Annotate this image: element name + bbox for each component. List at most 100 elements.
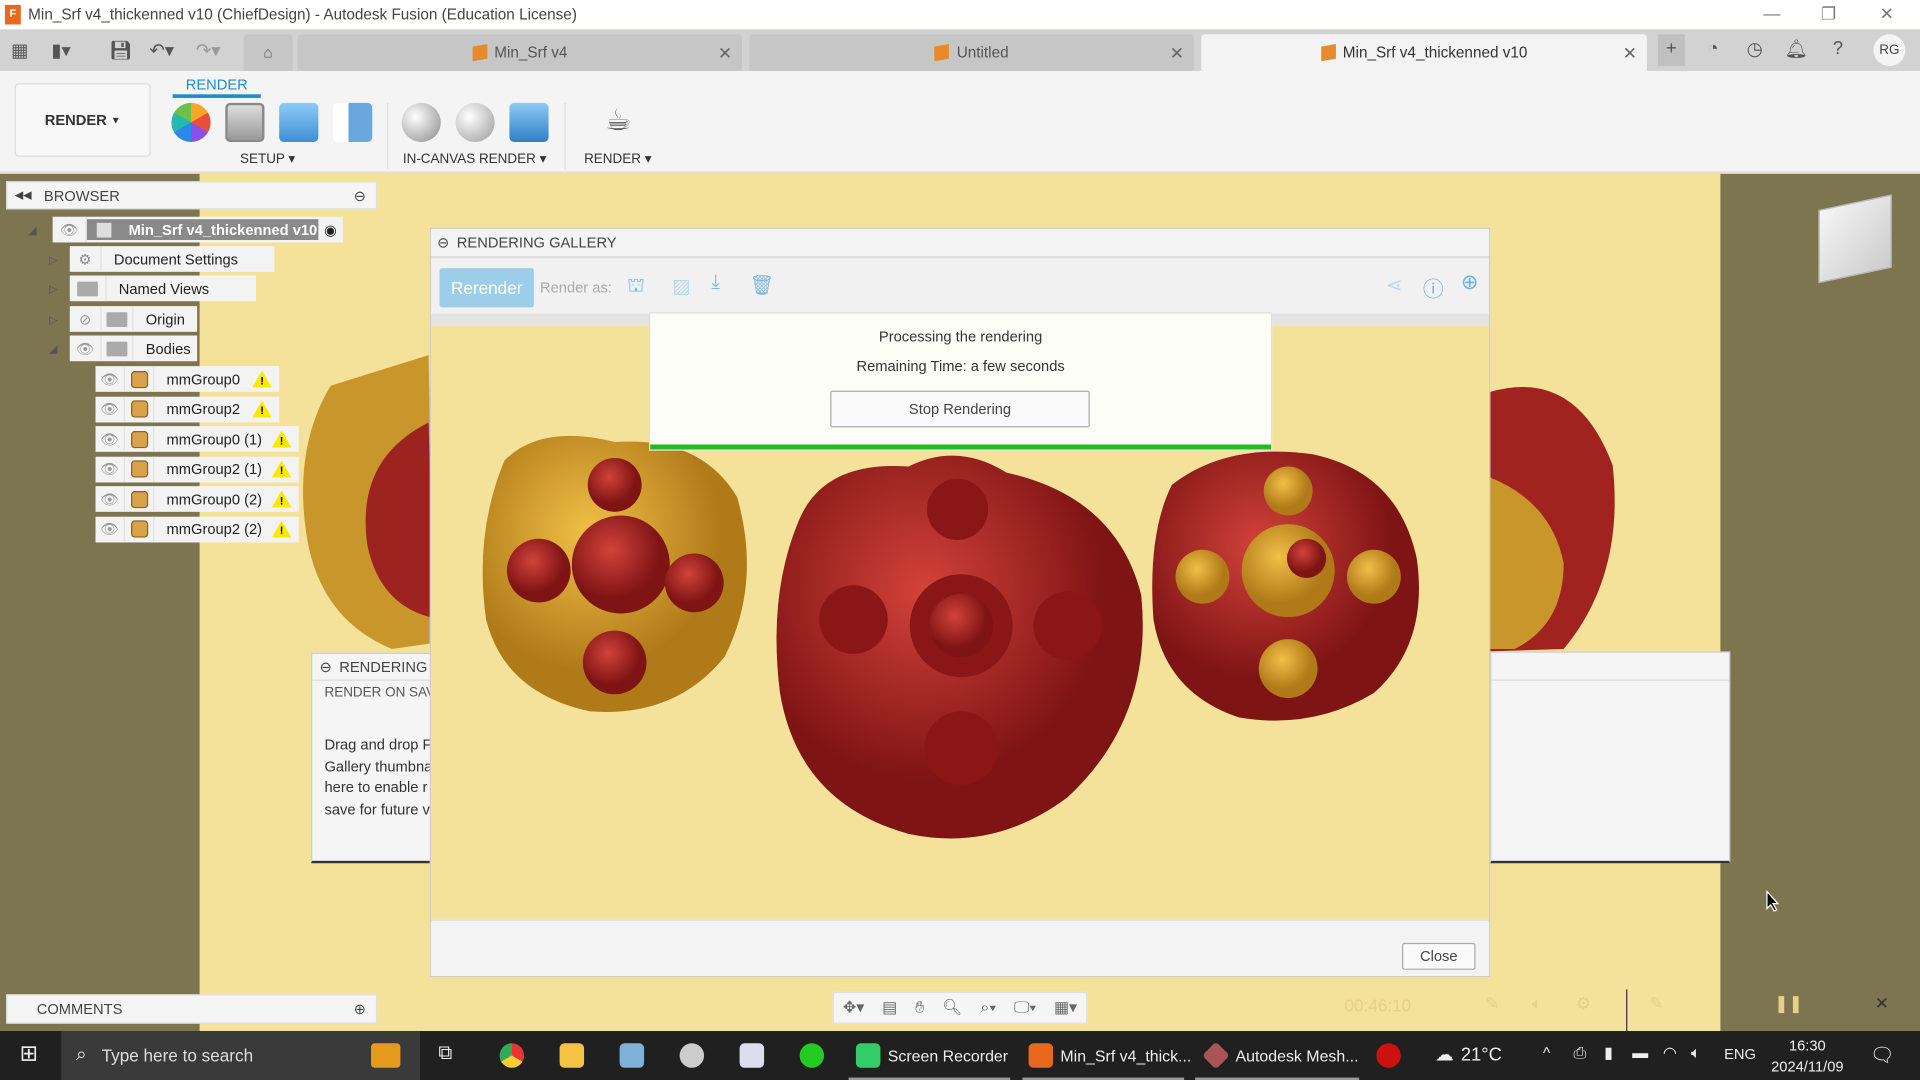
pen-icon[interactable]: ✎ bbox=[1649, 993, 1663, 1014]
stop-rendering-button[interactable]: Stop Rendering bbox=[830, 390, 1090, 428]
expand-arrow-icon[interactable]: ▷ bbox=[49, 253, 57, 266]
job-status-icon[interactable]: ◷ bbox=[1741, 38, 1768, 60]
weather-widget[interactable]: ☁ 21°C bbox=[1435, 1043, 1502, 1065]
warning-icon[interactable]: ! bbox=[252, 400, 272, 418]
tab-render[interactable]: RENDER bbox=[173, 76, 261, 93]
eye-icon[interactable]: 👁︎ bbox=[100, 400, 119, 417]
warning-icon[interactable]: ! bbox=[271, 430, 292, 448]
info-icon[interactable]: ⓘ bbox=[1423, 272, 1444, 303]
panel-minimize-icon[interactable]: ⊖ bbox=[320, 658, 332, 675]
eye-icon[interactable]: 👁︎ bbox=[100, 430, 119, 447]
audio-icon[interactable]: 🔈︎ bbox=[1532, 993, 1542, 1014]
taskbar-app-meshmixer[interactable]: Autodesk Mesh... bbox=[1202, 1041, 1359, 1070]
eye-icon[interactable]: 👁︎ bbox=[100, 370, 119, 387]
eye-hidden-icon[interactable]: ⊘ bbox=[79, 310, 91, 327]
file-explorer-icon[interactable] bbox=[559, 1043, 592, 1068]
microphone-icon[interactable]: ▮ bbox=[1604, 1043, 1613, 1063]
tree-item-named-views[interactable]: Named Views bbox=[69, 275, 256, 302]
tree-item-body[interactable]: 👁︎ mmGroup2! bbox=[95, 396, 280, 422]
new-tab-icon[interactable]: + bbox=[1657, 34, 1685, 67]
chrome-icon[interactable] bbox=[499, 1043, 532, 1068]
display-settings-icon[interactable]: 🖵▾ bbox=[1014, 998, 1036, 1018]
tab-min-srf-v4-thickenned-v10[interactable]: Min_Srf v4_thickenned v10 ✕ bbox=[1201, 34, 1647, 72]
in-canvas-render-icon[interactable] bbox=[401, 102, 441, 143]
tray-icon[interactable]: ⎙ bbox=[1573, 1043, 1586, 1063]
texture-map-icon[interactable] bbox=[279, 102, 319, 143]
warning-icon[interactable]: ! bbox=[271, 490, 292, 508]
close-tab-icon[interactable]: ✕ bbox=[1170, 42, 1184, 63]
redo-icon[interactable]: ↷▾ bbox=[196, 39, 221, 61]
user-avatar[interactable]: RG bbox=[1873, 34, 1906, 67]
zoom-icon[interactable]: 🔍︎ bbox=[942, 998, 962, 1018]
notifications-icon[interactable]: 🔔︎ bbox=[1783, 38, 1810, 60]
tree-item-body[interactable]: 👁︎ mmGroup2 (1)! bbox=[95, 456, 299, 482]
pause-recording-icon[interactable]: ❚❚ bbox=[1774, 993, 1803, 1014]
wifi-icon[interactable]: ◠ bbox=[1663, 1043, 1677, 1063]
settings-icon[interactable]: ⚙ bbox=[1576, 993, 1591, 1014]
volume-icon[interactable]: 🔈︎ bbox=[1691, 1043, 1701, 1063]
orbit-icon[interactable]: ✥▾ bbox=[843, 998, 864, 1018]
fit-icon[interactable]: ⌕▾ bbox=[980, 998, 996, 1018]
warning-icon[interactable]: ! bbox=[271, 520, 292, 538]
tree-item-body[interactable]: 👁︎ mmGroup2 (2)! bbox=[95, 516, 299, 542]
taskbar-app-fusion[interactable]: Min_Srf v4_thick... bbox=[1028, 1043, 1191, 1068]
save-icon[interactable]: 💾︎ bbox=[109, 39, 132, 61]
delete-icon[interactable]: 🗑︎ bbox=[749, 273, 774, 297]
file-menu-icon[interactable]: ▮▾ bbox=[51, 39, 70, 61]
expand-arrow-icon[interactable]: ▷ bbox=[49, 283, 57, 296]
extensions-icon[interactable]: ◔ bbox=[1700, 38, 1727, 59]
app-grid-icon[interactable]: ▦ bbox=[11, 39, 28, 61]
pause-icon[interactable]: ✎ bbox=[1485, 993, 1499, 1014]
taskbar-app-screen-recorder[interactable]: Screen Recorder bbox=[855, 1043, 1008, 1068]
grid-settings-icon[interactable]: ▦▾ bbox=[1054, 998, 1077, 1018]
in-canvas-render-group-label[interactable]: IN-CANVAS RENDER ▾ bbox=[403, 151, 546, 167]
setup-group-label[interactable]: SETUP ▾ bbox=[240, 151, 295, 167]
view-cube[interactable] bbox=[1818, 194, 1892, 284]
teapot-render-icon[interactable]: ☕︎ bbox=[599, 103, 638, 142]
tree-item-origin[interactable]: ⊘ Origin bbox=[69, 306, 198, 332]
minimize-button[interactable]: — bbox=[1763, 4, 1780, 24]
share-icon[interactable]: ⋖ bbox=[1386, 273, 1402, 297]
close-gallery-button[interactable]: Close bbox=[1402, 942, 1476, 970]
tray-chevron-icon[interactable]: ^ bbox=[1543, 1043, 1550, 1061]
pan-icon[interactable]: ✋︎ bbox=[915, 998, 924, 1018]
render-as-cloud-icon[interactable]: ⛫ bbox=[627, 274, 645, 298]
close-tab-icon[interactable]: ✕ bbox=[1623, 42, 1637, 63]
eye-icon[interactable]: 👁︎ bbox=[76, 340, 95, 357]
close-tab-icon[interactable]: ✕ bbox=[718, 42, 732, 63]
expand-arrow-icon[interactable]: ▷ bbox=[49, 313, 57, 326]
tab-untitled[interactable]: Untitled ✕ bbox=[749, 34, 1194, 72]
taskbar-search[interactable]: ⌕ Type here to search bbox=[61, 1031, 421, 1080]
collapse-arrow-icon[interactable]: ◢ bbox=[28, 224, 36, 237]
appearance-icon[interactable] bbox=[171, 102, 211, 143]
eye-icon[interactable]: 👁︎ bbox=[100, 490, 119, 507]
app-icon-red[interactable] bbox=[1376, 1043, 1408, 1068]
snipping-tool-icon[interactable] bbox=[679, 1043, 712, 1068]
tree-item-body[interactable]: 👁︎ mmGroup0! bbox=[95, 366, 280, 392]
decal-icon[interactable] bbox=[333, 102, 373, 143]
activate-radio-icon[interactable]: ◉ bbox=[318, 221, 342, 238]
tree-item-body[interactable]: 👁︎ mmGroup0 (2)! bbox=[95, 486, 299, 512]
help-icon[interactable]: ? bbox=[1824, 38, 1851, 59]
rerender-button[interactable]: Rerender bbox=[439, 268, 534, 308]
eye-icon[interactable]: 👁︎ bbox=[100, 520, 119, 537]
eye-icon[interactable]: 👁︎ bbox=[60, 221, 79, 238]
tree-item-document-settings[interactable]: ⚙ Document Settings bbox=[69, 246, 275, 272]
task-view-icon[interactable]: ⧉ bbox=[438, 1043, 452, 1065]
download-icon[interactable]: ⤓ bbox=[711, 272, 720, 294]
tree-item-bodies[interactable]: 👁︎ Bodies bbox=[69, 335, 198, 362]
language-indicator[interactable]: ENG bbox=[1724, 1046, 1756, 1063]
collapse-arrow-icon[interactable]: ◢ bbox=[49, 343, 57, 356]
tab-min-srf-v4[interactable]: Min_Srf v4 ✕ bbox=[297, 34, 743, 72]
warning-icon[interactable]: ! bbox=[252, 370, 272, 388]
gallery-minimize-icon[interactable]: ⊖ bbox=[437, 234, 449, 251]
scene-settings-icon[interactable] bbox=[225, 102, 265, 143]
battery-icon[interactable]: ▬ bbox=[1632, 1043, 1648, 1061]
warning-icon[interactable]: ! bbox=[271, 460, 292, 478]
workspace-dropdown[interactable]: RENDER ▼ bbox=[14, 83, 151, 157]
zoom-in-icon[interactable]: ⊕ bbox=[1461, 271, 1478, 295]
browser-minimize-icon[interactable]: ⊖ bbox=[354, 187, 366, 204]
look-at-icon[interactable]: ▤ bbox=[882, 998, 897, 1018]
stop-recording-icon[interactable]: ✕ bbox=[1875, 993, 1889, 1014]
home-tab[interactable]: ⌂ bbox=[243, 34, 293, 72]
